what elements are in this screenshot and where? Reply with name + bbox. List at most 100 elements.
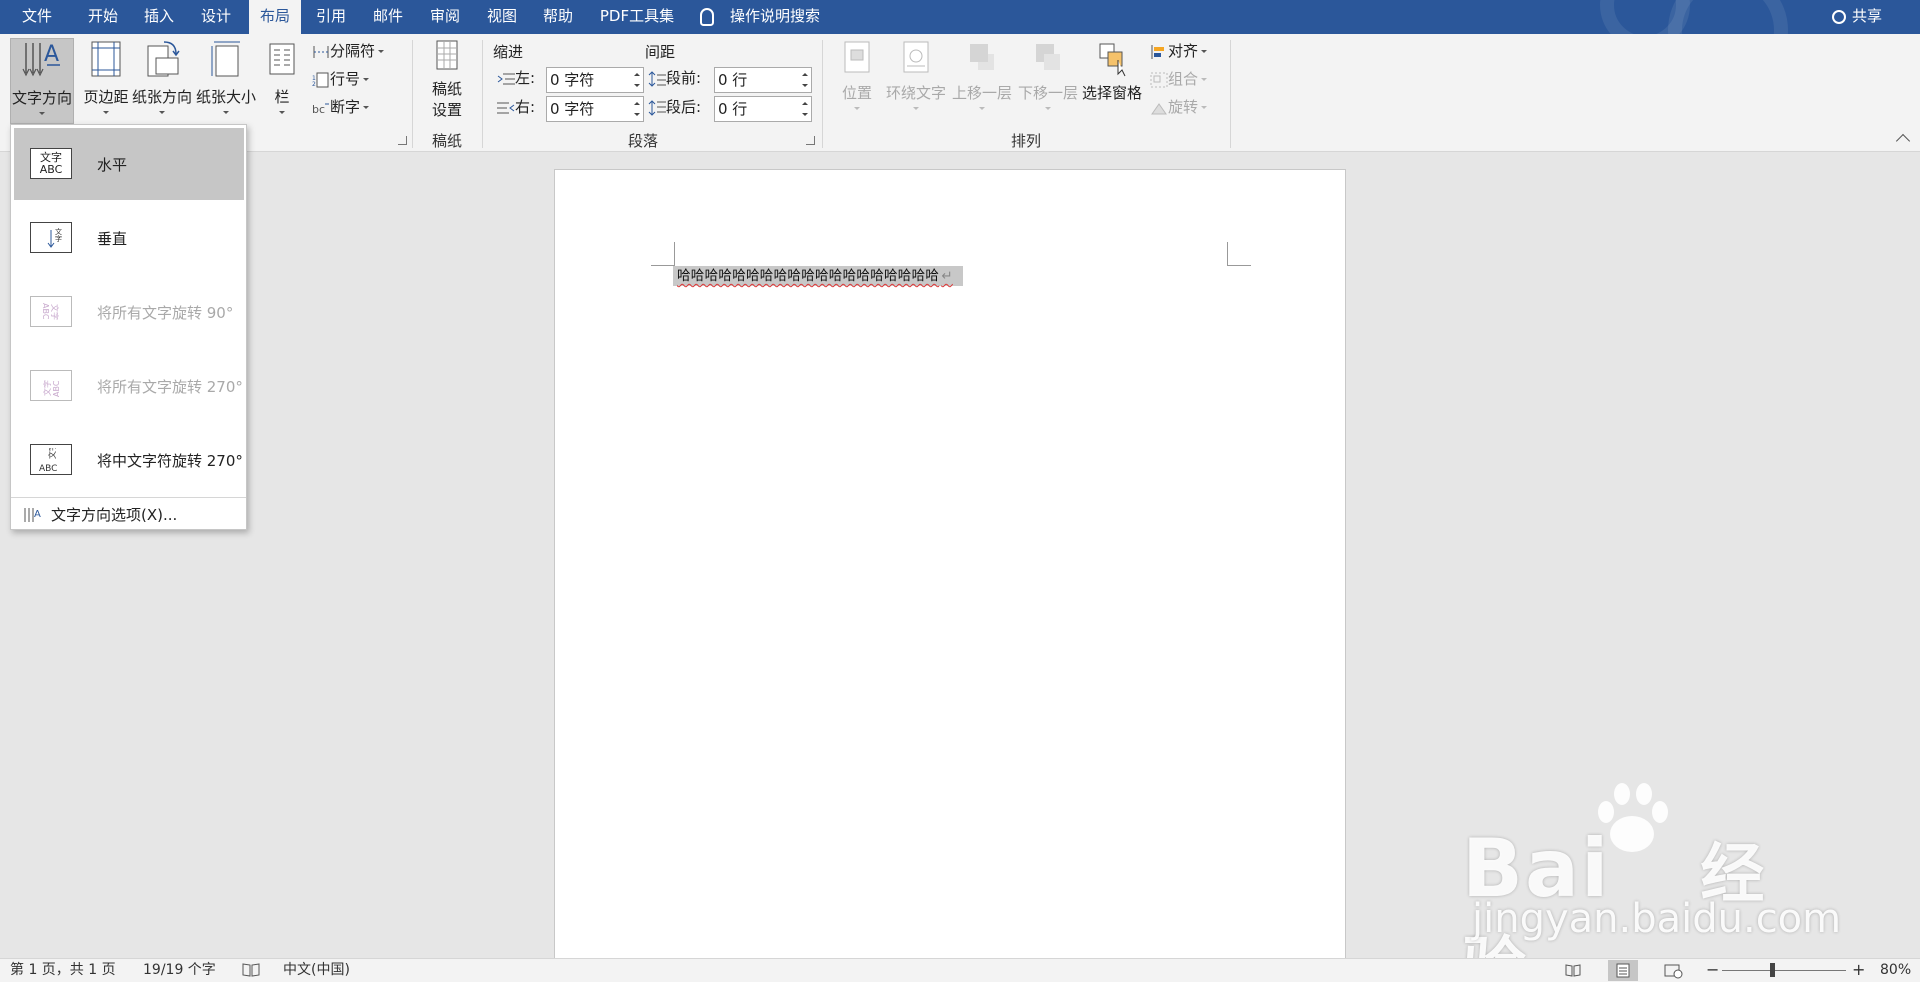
paragraph-group-label: 段落 [627, 132, 658, 150]
tab-pdf-tools[interactable]: PDF工具集 [594, 0, 680, 34]
tab-design[interactable]: 设计 [193, 0, 239, 34]
tab-review[interactable]: 审阅 [422, 0, 468, 34]
page-count[interactable]: 第 1 页，共 1 页 [10, 959, 116, 981]
bring-forward-icon [970, 44, 994, 70]
read-mode-button[interactable] [1558, 960, 1588, 981]
position-icon [844, 41, 870, 73]
tell-me-search[interactable]: 操作说明搜索 [700, 0, 820, 34]
send-backward-button[interactable]: 下移一层 [1016, 38, 1080, 124]
manuscript-label-2: 设置 [431, 101, 462, 119]
spin-arrows-icon[interactable] [633, 70, 641, 90]
indent-left-text: 左: [515, 69, 536, 87]
spacing-after-input[interactable]: 0 行 [714, 96, 812, 122]
columns-button[interactable]: 栏 [264, 38, 300, 124]
position-label: 位置 [841, 84, 872, 102]
tab-file[interactable]: 文件 [8, 0, 66, 34]
paragraph-launcher[interactable] [806, 136, 815, 145]
zoom-in-button[interactable]: + [1852, 959, 1865, 981]
share-button[interactable]: 共享 [1831, 0, 1882, 34]
group-separator [482, 40, 483, 148]
zoom-out-button[interactable]: − [1706, 959, 1719, 981]
columns-icon [269, 43, 295, 75]
hyphenation-button[interactable]: bc 断字 [312, 95, 370, 119]
margin-corner-mark [1227, 242, 1251, 266]
proofing-book-icon[interactable] [242, 963, 260, 977]
paper-size-button[interactable]: 纸张大小 [194, 38, 258, 124]
svg-text:文字: 文字 [42, 380, 52, 396]
selected-text: 哈哈哈哈哈哈哈哈哈哈哈哈哈哈哈哈哈哈哈 [677, 268, 940, 284]
spacing-after-icon [648, 99, 666, 116]
page-setup-launcher[interactable] [398, 136, 407, 145]
wrap-text-button[interactable]: 环绕文字 [884, 38, 948, 124]
tab-references[interactable]: 引用 [308, 0, 354, 34]
text-direction-label: 文字方向 [11, 89, 72, 107]
selection-pane-button[interactable]: 选择窗格 [1080, 38, 1144, 124]
menu-item-rotate-chinese-270[interactable]: 文字 ABC 将中文字符旋转 270° [14, 424, 244, 496]
rotate-button[interactable]: 旋转 [1150, 95, 1208, 119]
margins-button[interactable]: 页边距 [78, 38, 134, 124]
text-direction-button[interactable]: A 文字方向 [10, 38, 74, 124]
baidu-watermark: Bai 经验 jingyan.baidu.com [1462, 778, 1841, 982]
tab-home[interactable]: 开始 [80, 0, 126, 34]
line-numbers-button[interactable]: 1 2 行号 [312, 67, 370, 91]
wrap-text-icon [903, 41, 929, 73]
zoom-level[interactable]: 80% [1880, 959, 1911, 981]
bring-forward-button[interactable]: 上移一层 [950, 38, 1014, 124]
rotate-icon [1151, 102, 1167, 114]
collapse-ribbon-icon[interactable] [1895, 133, 1911, 149]
bring-forward-label: 上移一层 [951, 84, 1012, 102]
menu-separator [11, 497, 246, 498]
align-button[interactable]: 对齐 [1150, 39, 1208, 63]
menu-item-vertical[interactable]: 文字 垂直 [14, 202, 244, 274]
indent-right-input[interactable]: 0 字符 [546, 96, 644, 122]
svg-text:文字: 文字 [50, 304, 60, 320]
tab-view[interactable]: 视图 [479, 0, 525, 34]
text-direction-options-item[interactable]: A 文字方向选项(X)... [17, 503, 177, 527]
spacing-before-input[interactable]: 0 行 [714, 67, 812, 93]
manuscript-group-label: 稿纸 [431, 132, 462, 150]
menu-item-horizontal[interactable]: 文字 ABC 水平 [14, 128, 244, 200]
indent-left-value: 0 字符 [550, 71, 595, 89]
menu-item-rotate-90: 文字 ABC 将所有文字旋转 90° [14, 276, 244, 348]
document-page[interactable]: 哈哈哈哈哈哈哈哈哈哈哈哈哈哈哈哈哈哈哈 ↵ [554, 169, 1346, 969]
text-direction-menu: 文字 ABC 水平 文字 垂直 文字 ABC 将所有文字旋转 90° 文字 ABC 将… [10, 124, 247, 530]
hyphenation-icon: bc [312, 103, 329, 116]
status-bar: 第 1 页，共 1 页 19/19 个字 中文(中国) − + 80% [0, 958, 1920, 982]
indent-right-text: 右: [515, 98, 536, 116]
indent-left-icon [497, 73, 515, 84]
svg-text:ABC: ABC [52, 380, 61, 397]
zoom-slider-track[interactable] [1722, 970, 1846, 971]
zoom-slider-thumb[interactable] [1770, 963, 1775, 977]
spin-arrows-icon[interactable] [801, 70, 809, 90]
tab-help[interactable]: 帮助 [535, 0, 581, 34]
spacing-before-label: 段前: [648, 67, 701, 88]
spacing-after-label: 段后: [648, 96, 701, 117]
manuscript-setup-button[interactable]: 稿纸 设置 [422, 38, 472, 124]
position-button[interactable]: 位置 [834, 38, 880, 124]
word-count[interactable]: 19/19 个字 [143, 959, 216, 981]
text-direction-options-icon: A [24, 508, 41, 522]
print-layout-button[interactable] [1608, 960, 1638, 981]
document-text[interactable]: 哈哈哈哈哈哈哈哈哈哈哈哈哈哈哈哈哈哈哈 ↵ [673, 266, 963, 286]
breaks-button[interactable]: 分隔符 [312, 39, 385, 63]
tab-layout[interactable]: 布局 [249, 0, 301, 34]
line-numbers-label: 行号 [330, 70, 361, 88]
tab-insert[interactable]: 插入 [136, 0, 182, 34]
selection-pane-label: 选择窗格 [1081, 84, 1142, 102]
language-indicator[interactable]: 中文(中国) [283, 959, 350, 981]
read-mode-icon [1565, 964, 1581, 977]
orientation-button[interactable]: 纸张方向 [130, 38, 194, 124]
tab-mailings[interactable]: 邮件 [365, 0, 411, 34]
horizontal-text-icon: 文字 ABC [30, 148, 72, 179]
spacing-after-text: 段后: [666, 98, 702, 116]
group-objects-button[interactable]: 组合 [1150, 67, 1208, 91]
spin-arrows-icon[interactable] [801, 99, 809, 119]
indent-left-input[interactable]: 0 字符 [546, 67, 644, 93]
spin-arrows-icon[interactable] [633, 99, 641, 119]
ribbon-layout: A 文字方向 页边距 纸张方向 纸张大小 栏 分隔符 1 2 行号 bc 断字 … [0, 34, 1920, 152]
web-layout-button[interactable] [1658, 960, 1688, 981]
align-icon [1151, 44, 1164, 59]
indent-right-value: 0 字符 [550, 100, 595, 118]
manuscript-icon [436, 40, 458, 70]
orientation-icon [147, 41, 180, 77]
